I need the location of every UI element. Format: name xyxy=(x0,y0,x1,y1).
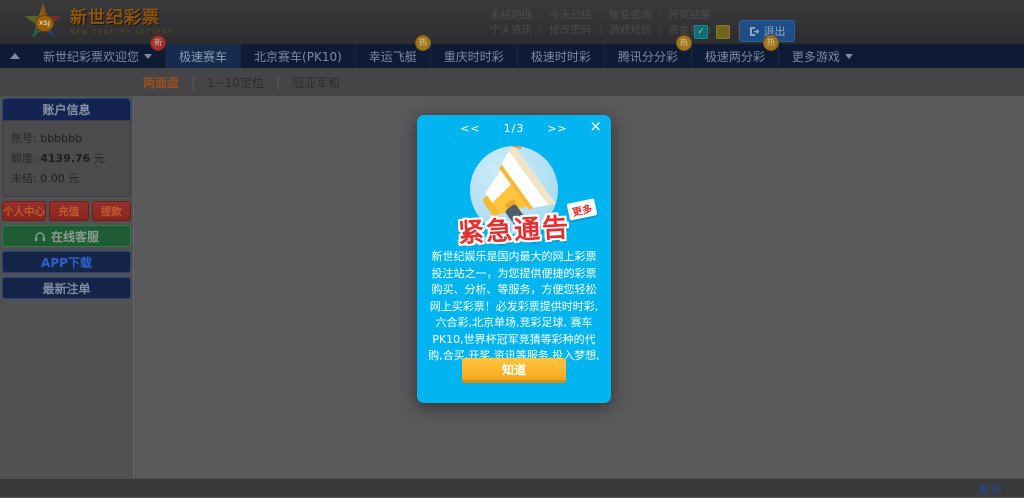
balance-row: 额度: 4139.76 元 xyxy=(11,150,122,166)
tab-beijing-pk10[interactable]: 北京赛车(PK10) xyxy=(240,44,355,68)
sidebar: 账户信息 账号: bbbbbb 额度: 4139.76 元 未结: 0.00 元… xyxy=(0,96,134,478)
logout-icon xyxy=(749,26,760,37)
app-download-button[interactable]: APP下载 xyxy=(2,251,131,273)
pager-prev-button[interactable]: << xyxy=(460,122,480,135)
header-link-game-rules[interactable]: 游戏规则 xyxy=(592,22,652,37)
tab-label: 重庆时时彩 xyxy=(444,48,504,65)
modal-pager: << 1/3 >> xyxy=(417,122,611,135)
balance-label: 额度: xyxy=(11,152,37,165)
star-logo-icon: XSJ xyxy=(24,3,62,41)
account-actions: 个人中心 充值 提款 xyxy=(2,201,131,221)
nav-home-button[interactable] xyxy=(0,44,30,68)
bet-type-subnav: 两面盘 1~10定位 冠亚军和 xyxy=(0,68,1024,96)
tab-label: 更多游戏 xyxy=(792,48,840,65)
pager-next-button[interactable]: >> xyxy=(547,122,567,135)
new-badge: 新 xyxy=(150,35,166,51)
balance-unit: 元 xyxy=(94,152,105,165)
subnav-two-sides[interactable]: 两面盘 xyxy=(143,74,179,91)
close-icon[interactable]: × xyxy=(589,118,602,134)
confirm-button[interactable]: 知道 xyxy=(462,358,566,383)
header-link-change-password[interactable]: 修改密码 xyxy=(532,22,592,37)
logo-monogram: XSJ xyxy=(35,15,54,32)
tab-label: 新世纪彩票欢迎您 xyxy=(43,48,139,65)
tab-label: 幸运飞艇 xyxy=(369,48,417,65)
hot-badge: 热 xyxy=(763,35,779,51)
hot-badge: 热 xyxy=(676,35,692,51)
header-link-draw-results[interactable]: 开奖结果 xyxy=(651,7,711,22)
game-navbar: 新世纪彩票欢迎您 新 极速赛车 北京赛车(PK10) 幸运飞艇 热 重庆时时彩 … xyxy=(0,44,1024,68)
tab-speed-racing[interactable]: 极速赛车 xyxy=(165,44,240,68)
account-id-row: 账号: bbbbbb xyxy=(11,130,122,146)
online-service-button[interactable]: 在线客服 xyxy=(2,225,131,247)
header-links: 未结明细 今天已结 账变查询 开奖结果 个人资讯 修改密码 游戏规则 资金变动 xyxy=(490,7,711,37)
pager-position: 1/3 xyxy=(504,122,525,135)
unsettled-unit: 元 xyxy=(68,172,79,185)
chevron-down-icon xyxy=(845,54,853,59)
tab-label: 极速时时彩 xyxy=(531,48,591,65)
hot-badge: 热 xyxy=(415,35,431,51)
site-logo: XSJ 新世纪彩票 NEW CENTURY LOTTERY xyxy=(24,3,173,41)
account-id-value: bbbbbb xyxy=(40,132,82,145)
arrow-up-icon xyxy=(10,53,20,59)
latest-orders-button[interactable]: 最新注单 xyxy=(2,277,131,299)
withdraw-button[interactable]: 提款 xyxy=(92,201,132,221)
deposit-button[interactable]: 充值 xyxy=(49,201,89,221)
site-title: 新世纪彩票 xyxy=(70,9,173,27)
tab-label: 腾讯分分彩 xyxy=(618,48,678,65)
olive-square-icon[interactable] xyxy=(716,25,730,39)
checkbox-icon[interactable]: ✓ xyxy=(694,25,708,39)
tab-label: 极速两分彩 xyxy=(705,48,765,65)
account-panel: 账号: bbbbbb 额度: 4139.76 元 未结: 0.00 元 xyxy=(2,120,131,197)
unsettled-value: 0.00 xyxy=(40,172,65,185)
unsettled-row: 未结: 0.00 元 xyxy=(11,170,122,186)
subnav-champion-sum[interactable]: 冠亚军和 xyxy=(264,74,340,91)
header-link-account-changes[interactable]: 账变查询 xyxy=(592,7,652,22)
account-panel-title: 账户信息 xyxy=(2,98,131,120)
subnav-1to10-position[interactable]: 1~10定位 xyxy=(179,74,264,91)
tab-welcome[interactable]: 新世纪彩票欢迎您 新 xyxy=(30,44,165,68)
header-link-unsettled[interactable]: 未结明细 xyxy=(490,7,532,22)
footer: 更多 xyxy=(0,478,1024,497)
tab-speed-ssc[interactable]: 极速时时彩 xyxy=(517,44,604,68)
headset-icon xyxy=(34,231,46,242)
balance-value: 4139.76 xyxy=(40,152,90,165)
announcement-modal: << 1/3 >> × 紧急通告 更多 新世纪娱乐是国内最大的网上彩票投注站之一… xyxy=(417,115,611,403)
tab-label: 北京赛车(PK10) xyxy=(254,48,342,65)
header-link-profile[interactable]: 个人资讯 xyxy=(490,22,532,37)
chevron-down-icon xyxy=(144,54,152,59)
tab-lucky-airship[interactable]: 幸运飞艇 热 xyxy=(355,44,430,68)
account-id-label: 账号: xyxy=(11,132,37,145)
unsettled-label: 未结: xyxy=(11,172,37,185)
tab-speed-2min[interactable]: 极速两分彩 热 xyxy=(691,44,778,68)
tab-tencent-ffc[interactable]: 腾讯分分彩 热 xyxy=(604,44,691,68)
footer-more-link[interactable]: 更多 xyxy=(978,481,1002,498)
online-service-label: 在线客服 xyxy=(51,228,99,245)
tab-chongqing-ssc[interactable]: 重庆时时彩 xyxy=(430,44,517,68)
tab-more-games[interactable]: 更多游戏 xyxy=(778,44,866,68)
header-link-settled-today[interactable]: 今天已结 xyxy=(532,7,592,22)
personal-center-button[interactable]: 个人中心 xyxy=(2,201,46,221)
tab-label: 极速赛车 xyxy=(179,48,227,65)
